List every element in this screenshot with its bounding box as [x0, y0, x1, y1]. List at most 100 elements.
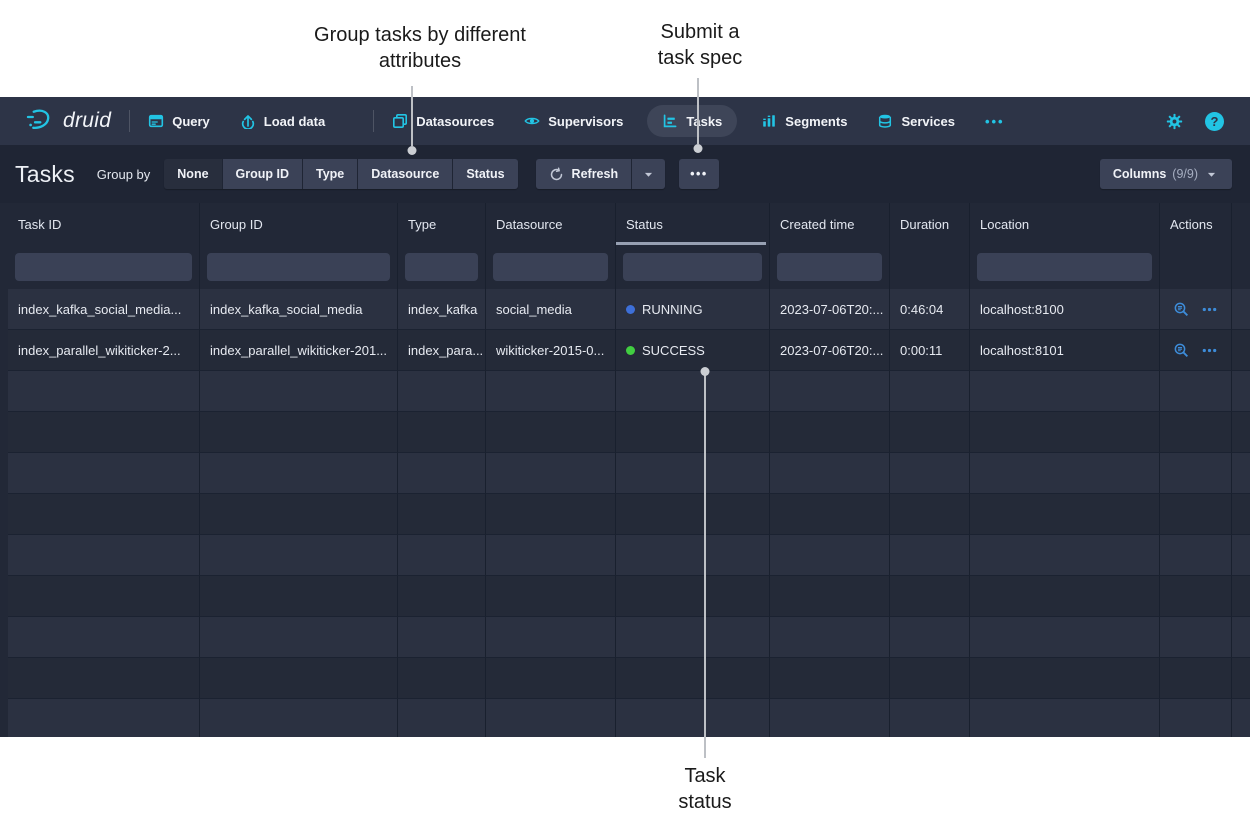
empty-cell — [616, 617, 770, 658]
empty-cell — [890, 699, 970, 737]
group-by-button-datasource[interactable]: Datasource — [358, 159, 452, 189]
nav-item-services[interactable]: Services — [877, 113, 955, 129]
more-actions-button[interactable]: ••• — [679, 159, 719, 189]
table-row-empty — [0, 412, 1250, 453]
filter-input-datasource[interactable] — [493, 253, 608, 281]
column-header-group-id[interactable]: Group ID — [200, 203, 398, 245]
empty-cell — [398, 453, 486, 494]
navbar-divider — [373, 110, 374, 132]
column-header-task-id[interactable]: Task ID — [8, 203, 200, 245]
filter-cell-created-time — [770, 245, 890, 289]
empty-cell — [616, 371, 770, 412]
nav-item-datasources[interactable]: Datasources — [392, 113, 494, 129]
column-header-created-time[interactable]: Created time — [770, 203, 890, 245]
filter-input-task-id[interactable] — [15, 253, 192, 281]
cell-group-id: index_kafka_social_media — [200, 289, 398, 330]
empty-cell — [398, 699, 486, 737]
nav-item-label: Load data — [264, 114, 325, 129]
filter-cell-duration — [890, 245, 970, 289]
empty-cell — [890, 412, 970, 453]
nav-item-load-data[interactable]: Load data — [240, 113, 325, 129]
nav-item-label: ••• — [985, 114, 1005, 129]
annotation-line: Task — [625, 763, 785, 789]
column-header-datasource[interactable]: Datasource — [486, 203, 616, 245]
row-gutter — [1232, 494, 1250, 535]
filter-cell-datasource — [486, 245, 616, 289]
row-more-actions-icon[interactable] — [1201, 301, 1218, 318]
cell-duration: 0:00:11 — [890, 330, 970, 371]
group-by-button-group-id[interactable]: Group ID — [223, 159, 302, 189]
filter-cell-type — [398, 245, 486, 289]
filter-input-type[interactable] — [405, 253, 478, 281]
group-by-button-status[interactable]: Status — [453, 159, 517, 189]
empty-cell — [8, 699, 200, 737]
navbar-items: Query Load data Datasources Supervisors Task… — [148, 105, 1034, 137]
page-title: Tasks — [15, 161, 75, 188]
empty-cell — [1160, 535, 1232, 576]
filter-input-status[interactable] — [623, 253, 762, 281]
cell-actions — [1160, 289, 1232, 330]
empty-cell — [616, 494, 770, 535]
group-by-label: Group by — [97, 167, 150, 182]
column-header-type[interactable]: Type — [398, 203, 486, 245]
group-by-button-none[interactable]: None — [164, 159, 221, 189]
refresh-interval-dropdown-button[interactable] — [632, 159, 665, 189]
empty-cell — [486, 494, 616, 535]
column-header-actions[interactable]: Actions — [1160, 203, 1232, 245]
empty-cell — [398, 576, 486, 617]
empty-cell — [200, 699, 398, 737]
nav-item-supervisors[interactable]: Supervisors — [524, 113, 623, 129]
refresh-button[interactable]: Refresh — [536, 159, 632, 189]
table-row-empty — [0, 576, 1250, 617]
empty-cell — [200, 535, 398, 576]
columns-button[interactable]: Columns (9/9) — [1100, 159, 1232, 189]
empty-cell — [200, 412, 398, 453]
empty-cell — [770, 576, 890, 617]
druid-logo[interactable]: druid — [24, 106, 111, 136]
filter-input-location[interactable] — [977, 253, 1152, 281]
empty-cell — [616, 453, 770, 494]
empty-cell — [970, 617, 1160, 658]
row-gutter — [0, 617, 8, 658]
row-more-actions-icon[interactable] — [1201, 342, 1218, 359]
row-gutter — [1232, 289, 1250, 330]
filter-input-group-id[interactable] — [207, 253, 390, 281]
empty-cell — [8, 453, 200, 494]
empty-cell — [770, 535, 890, 576]
empty-cell — [8, 576, 200, 617]
row-gutter — [0, 371, 8, 412]
empty-cell — [890, 535, 970, 576]
column-header-duration[interactable]: Duration — [890, 203, 970, 245]
help-icon[interactable]: ? — [1205, 112, 1224, 131]
table-row-empty — [0, 699, 1250, 737]
segments-icon — [761, 113, 777, 129]
row-gutter — [0, 699, 8, 737]
cell-status: RUNNING — [616, 289, 770, 330]
empty-cell — [616, 658, 770, 699]
row-gutter — [0, 453, 8, 494]
status-text: RUNNING — [642, 302, 703, 317]
column-header-status[interactable]: Status — [616, 203, 770, 245]
column-header-location[interactable]: Location — [970, 203, 1160, 245]
chevron-down-icon — [641, 167, 656, 182]
nav-item-query[interactable]: Query — [148, 113, 210, 129]
status-dot — [626, 305, 635, 314]
filter-input-created-time[interactable] — [777, 253, 882, 281]
empty-cell — [1160, 617, 1232, 658]
druid-console: druid Query Load data Datasources Superviso… — [0, 97, 1250, 737]
table-row-empty — [0, 371, 1250, 412]
cell-type: index_kafka — [398, 289, 486, 330]
nav-item-more[interactable]: ••• — [985, 114, 1005, 129]
view-task-detail-icon[interactable] — [1173, 301, 1190, 318]
table-filter-row — [0, 245, 1250, 289]
nav-item-segments[interactable]: Segments — [761, 113, 847, 129]
settings-gear-icon[interactable] — [1166, 113, 1183, 130]
group-by-button-type[interactable]: Type — [303, 159, 357, 189]
empty-cell — [770, 371, 890, 412]
nav-item-tasks[interactable]: Tasks — [647, 105, 737, 137]
cell-task-id: index_parallel_wikiticker-2... — [8, 330, 200, 371]
callout-line-group-by — [411, 86, 413, 146]
view-task-detail-icon[interactable] — [1173, 342, 1190, 359]
group-by-button-group: NoneGroup IDTypeDatasourceStatus — [164, 159, 517, 189]
druid-logo-icon — [24, 106, 54, 136]
